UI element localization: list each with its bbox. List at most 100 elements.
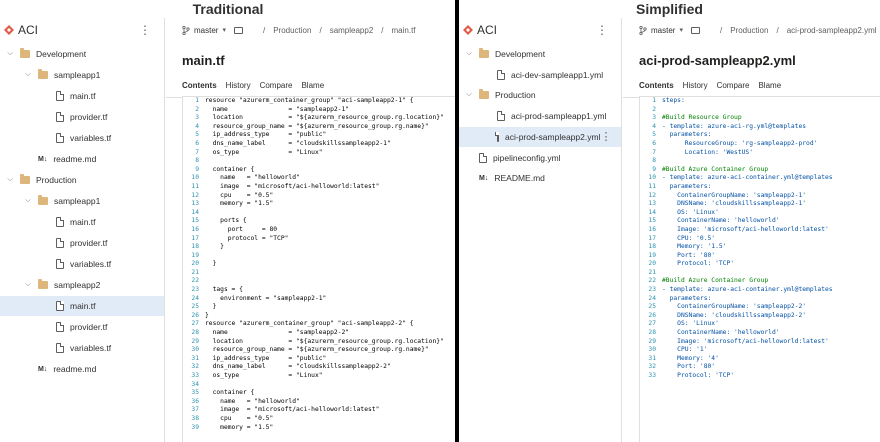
- tree-item-label: provider.tf: [70, 238, 108, 248]
- code-line: 24 environment = "sampleapp2-1": [183, 295, 455, 304]
- code-line: 9 #Build Azure Container Group: [640, 166, 880, 175]
- chevron-down-icon[interactable]: ▾: [679, 26, 683, 34]
- branch-selector[interactable]: master: [194, 26, 218, 35]
- code-text: location = "${azurerm_resource_group.rg.…: [205, 337, 444, 345]
- simplified-repo-panel: ACI ⋮ ⌵ Development aci-dev-sampleapp1.yml…: [459, 18, 880, 442]
- more-options-icon[interactable]: ⋮: [596, 23, 608, 37]
- code-text: memory = "1.5": [205, 200, 274, 208]
- tab-compare[interactable]: Compare: [717, 74, 750, 97]
- tree-item[interactable]: main.tf: [0, 86, 164, 106]
- tree-item[interactable]: provider.tf: [0, 233, 164, 253]
- code-line: 17 protocol = "TCP": [183, 235, 455, 244]
- folder-icon[interactable]: [690, 26, 700, 34]
- chevron-down-icon[interactable]: ⌵: [24, 197, 32, 205]
- breadcrumb-segment[interactable]: Production: [273, 26, 311, 35]
- tree-item[interactable]: variables.tf: [0, 128, 164, 148]
- code-line: 20 }: [183, 260, 455, 269]
- code-text: image = "microsoft/aci-helloworld:latest…: [205, 406, 380, 414]
- code-viewer[interactable]: 1 steps: 2 3 #Build Resource Group 4 - templat…: [639, 96, 880, 442]
- tree-item-label: README.md: [494, 173, 545, 184]
- tree-item[interactable]: ⌵ sampleapp2: [0, 275, 164, 295]
- line-number: 14: [191, 208, 199, 216]
- tree-item-label: Production: [495, 90, 536, 101]
- breadcrumb-segment[interactable]: Production: [730, 26, 768, 35]
- code-text: parameters:: [662, 131, 712, 139]
- tree-item[interactable]: ⌵ Production: [0, 170, 164, 190]
- code-line: 17 CPU: '0.5': [640, 235, 880, 244]
- tree-item[interactable]: provider.tf: [0, 317, 164, 337]
- tree-item[interactable]: M↓ readme.md: [0, 359, 164, 379]
- code-line: 32 Port: '80': [640, 363, 880, 372]
- tree-item-label: aci-prod-sampleapp2.yml: [505, 131, 601, 142]
- tab-history[interactable]: History: [683, 74, 708, 97]
- tree-item[interactable]: M↓ README.md: [459, 168, 621, 188]
- breadcrumb-segment[interactable]: main.tf: [392, 26, 416, 35]
- code-line: 3 location = "${azurerm_resource_group.r…: [183, 114, 455, 123]
- code-text: DNSName: 'cloudskillssampleapp2-1': [662, 200, 807, 208]
- code-line: 37 image = "microsoft/aci-helloworld:lat…: [183, 406, 455, 415]
- tree-item[interactable]: M↓ readme.md: [0, 149, 164, 169]
- folder-icon: [38, 279, 48, 289]
- tree-item[interactable]: ⌵ Development: [459, 44, 621, 64]
- tree-item-label: sampleapp1: [54, 196, 101, 206]
- code-line: 34: [183, 381, 455, 390]
- tree-item[interactable]: ⌵ Production: [459, 85, 621, 105]
- breadcrumb-segment[interactable]: sampleapp2: [330, 26, 374, 35]
- code-text: name = "helloworld": [205, 397, 300, 405]
- chevron-down-icon[interactable]: ⌵: [24, 281, 32, 289]
- code-line: 11 parameters:: [640, 183, 880, 192]
- repo-logo-icon: [463, 25, 473, 35]
- line-number: 11: [191, 182, 199, 190]
- line-number: 4: [652, 122, 656, 130]
- line-number: 5: [652, 131, 656, 139]
- repo-title: ACI: [18, 23, 39, 37]
- tree-item[interactable]: main.tf: [0, 212, 164, 232]
- chevron-down-icon[interactable]: ⌵: [24, 71, 32, 79]
- line-number: 20: [648, 260, 656, 268]
- code-line: 39 memory = "1.5": [183, 424, 455, 433]
- code-line: 30 CPU: '1': [640, 346, 880, 355]
- code-text: Image: 'microsoft/aci-helloworld:latest': [662, 337, 829, 345]
- folder-icon[interactable]: [233, 26, 243, 34]
- more-options-icon[interactable]: ⋮: [139, 23, 151, 37]
- tab-contents[interactable]: Contents: [639, 74, 674, 98]
- branch-selector[interactable]: master: [651, 26, 675, 35]
- chevron-down-icon[interactable]: ⌵: [6, 50, 14, 58]
- chevron-down-icon[interactable]: ⌵: [6, 176, 14, 184]
- tree-item[interactable]: aci-prod-sampleapp1.yml: [459, 106, 621, 126]
- tree-item[interactable]: ⌵ sampleapp1: [0, 191, 164, 211]
- code-line: 33 Protocol: 'TCP': [640, 372, 880, 381]
- branch-icon: [182, 25, 190, 35]
- line-number: 16: [648, 225, 656, 233]
- line-number: 10: [191, 174, 199, 182]
- tree-item[interactable]: aci-prod-sampleapp2.yml ⋮: [459, 126, 621, 147]
- code-text: cpu = "0.5": [205, 414, 274, 422]
- tree-item[interactable]: variables.tf: [0, 254, 164, 274]
- chevron-down-icon[interactable]: ⌵: [465, 50, 473, 58]
- tab-blame[interactable]: Blame: [758, 74, 781, 97]
- code-viewer[interactable]: 1 resource "azurerm_container_group" "aci…: [182, 96, 455, 442]
- tree-item[interactable]: pipelineconfig.yml: [459, 148, 621, 168]
- tree-item[interactable]: main.tf: [0, 296, 164, 316]
- code-line: 27 resource "azurerm_container_group" "ac…: [183, 320, 455, 329]
- code-line: 29 Image: 'microsoft/aci-helloworld:late…: [640, 338, 880, 347]
- more-options-icon[interactable]: ⋮: [600, 130, 611, 143]
- tab-blame[interactable]: Blame: [301, 74, 324, 97]
- tree-item[interactable]: aci-dev-sampleapp1.yml: [459, 65, 621, 85]
- tree-item[interactable]: ⌵ Development: [0, 44, 164, 64]
- chevron-down-icon[interactable]: ▾: [222, 26, 226, 34]
- line-number: 2: [195, 105, 199, 113]
- line-number: 30: [191, 346, 199, 354]
- tree-item[interactable]: provider.tf: [0, 107, 164, 127]
- tab-compare[interactable]: Compare: [260, 74, 293, 97]
- chevron-down-icon[interactable]: ⌵: [465, 91, 473, 99]
- folder-icon: [38, 69, 48, 79]
- breadcrumb-segment[interactable]: aci-prod-sampleapp2.yml: [787, 26, 877, 35]
- line-number: 25: [648, 303, 656, 311]
- tab-contents[interactable]: Contents: [182, 74, 217, 98]
- tree-item[interactable]: variables.tf: [0, 338, 164, 358]
- tree-item[interactable]: ⌵ sampleapp1: [0, 65, 164, 85]
- file-icon: [56, 91, 64, 101]
- breadcrumb-separator: /: [381, 25, 384, 35]
- tab-history[interactable]: History: [226, 74, 251, 97]
